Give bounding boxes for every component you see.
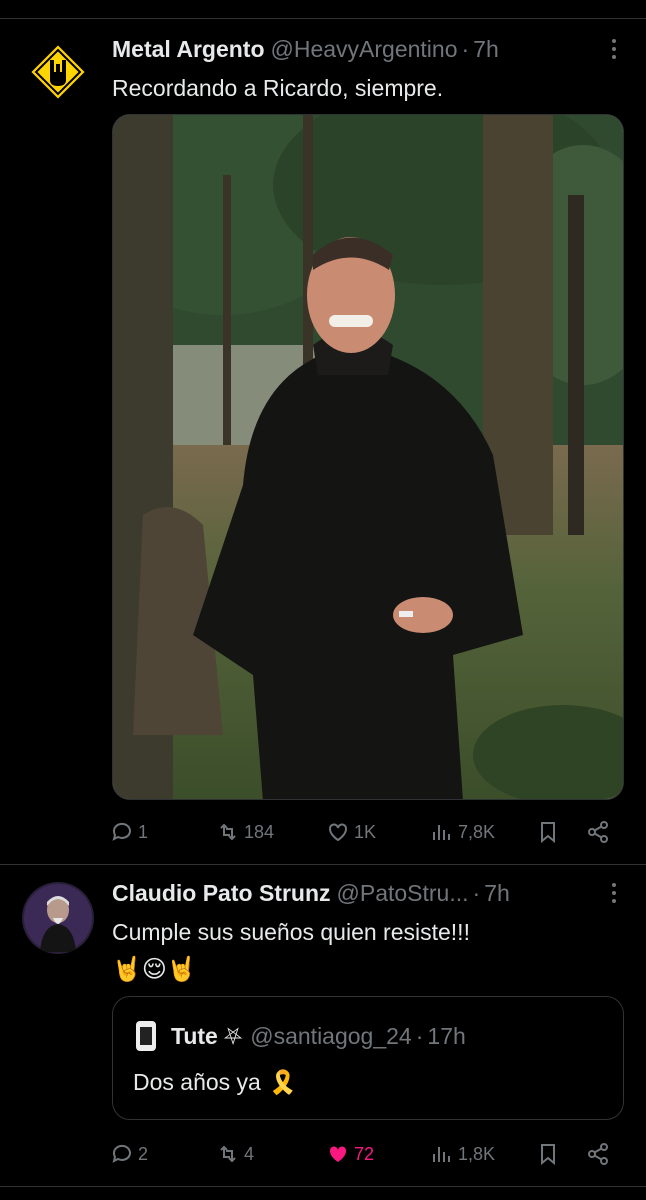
reply-count: 2 [138, 1143, 149, 1164]
repost-icon [220, 1145, 236, 1163]
share-button[interactable] [586, 816, 610, 848]
tweet-divider [0, 864, 646, 865]
photo-image [113, 115, 623, 799]
reply-count: 1 [138, 821, 149, 842]
more-options-icon[interactable] [602, 32, 626, 66]
quoted-tweet-header: Tute ⛧ @santiagog_24 · 17h [133, 1019, 466, 1053]
like-button[interactable]: 72 [326, 1138, 374, 1170]
display-name[interactable]: Claudio Pato Strunz [112, 880, 331, 907]
bookmark-button[interactable] [536, 816, 560, 848]
timestamp[interactable]: 7h [473, 36, 499, 63]
share-button[interactable] [586, 1138, 610, 1170]
like-button[interactable]: 1K [326, 816, 376, 848]
quoted-avatar-icon[interactable] [133, 1019, 159, 1053]
like-count: 1K [354, 821, 377, 842]
heart-icon [329, 823, 347, 842]
quoted-display-name[interactable]: Tute [171, 1023, 218, 1050]
like-count: 72 [354, 1143, 375, 1164]
views-button[interactable]: 7,8K [430, 816, 495, 848]
tweet-header: Claudio Pato Strunz @PatoStru... · 7h [112, 876, 626, 910]
views-chart-icon [433, 825, 450, 840]
reply-icon [112, 1144, 131, 1163]
repost-count: 184 [244, 821, 275, 842]
yellow-ribbon-icon: 🎗️ [268, 1069, 298, 1095]
heart-filled-icon [329, 1146, 347, 1162]
view-count: 1,8K [458, 1143, 496, 1164]
views-chart-icon [433, 1147, 450, 1162]
bookmark-icon [541, 822, 555, 844]
tweet-header: Metal Argento @HeavyArgentino · 7h [112, 32, 626, 66]
separator-dot: · [415, 1022, 424, 1049]
share-icon [588, 821, 608, 843]
views-button[interactable]: 1,8K [430, 1138, 495, 1170]
timestamp[interactable]: 7h [484, 880, 510, 907]
separator-dot: · [461, 35, 470, 62]
bookmark-button[interactable] [536, 1138, 560, 1170]
repost-count: 4 [244, 1143, 255, 1164]
tweet-actions: 2 4 72 1,8K [110, 1138, 622, 1170]
profile-photo-icon [22, 882, 94, 954]
repost-icon [220, 823, 236, 841]
quoted-text: Dos años ya [133, 1069, 261, 1095]
tweet-actions: 1 184 1K 7,8K [110, 816, 622, 848]
bottom-divider [0, 1186, 646, 1187]
reply-button[interactable]: 1 [110, 816, 148, 848]
bookmark-icon [541, 1144, 555, 1166]
quoted-tweet[interactable]: Tute ⛧ @santiagog_24 · 17h Dos años ya 🎗… [112, 996, 624, 1120]
repost-button[interactable]: 184 [216, 816, 274, 848]
tweet-photo[interactable] [112, 114, 624, 800]
quoted-user-handle[interactable]: @santiagog_24 [250, 1023, 411, 1050]
user-handle[interactable]: @HeavyArgentino [271, 36, 458, 63]
tweet-metal-argento[interactable]: Metal Argento @HeavyArgentino · 7h Recor… [0, 0, 646, 864]
reply-button[interactable]: 2 [110, 1138, 148, 1170]
share-icon [588, 1143, 608, 1165]
tweet-text: Cumple sus sueños quien resiste!!! [112, 919, 470, 945]
rock-hand-sign-icon [22, 36, 94, 108]
tweet-emojis: 🤘😌🤘 [112, 956, 197, 983]
user-handle[interactable]: @PatoStru... [337, 880, 469, 907]
reply-icon [112, 822, 131, 841]
avatar[interactable] [22, 36, 94, 108]
display-name[interactable]: Metal Argento [112, 36, 265, 63]
quoted-timestamp[interactable]: 17h [427, 1023, 465, 1050]
separator-dot: · [472, 879, 481, 906]
pentagram-badge-icon: ⛧ [223, 1022, 243, 1049]
quoted-tweet-text: Dos años ya 🎗️ [133, 1069, 298, 1096]
tweet-text: Recordando a Ricardo, siempre. [112, 75, 444, 101]
avatar[interactable] [22, 882, 94, 954]
more-options-icon[interactable] [602, 876, 626, 910]
view-count: 7,8K [458, 821, 496, 842]
repost-button[interactable]: 4 [216, 1138, 254, 1170]
